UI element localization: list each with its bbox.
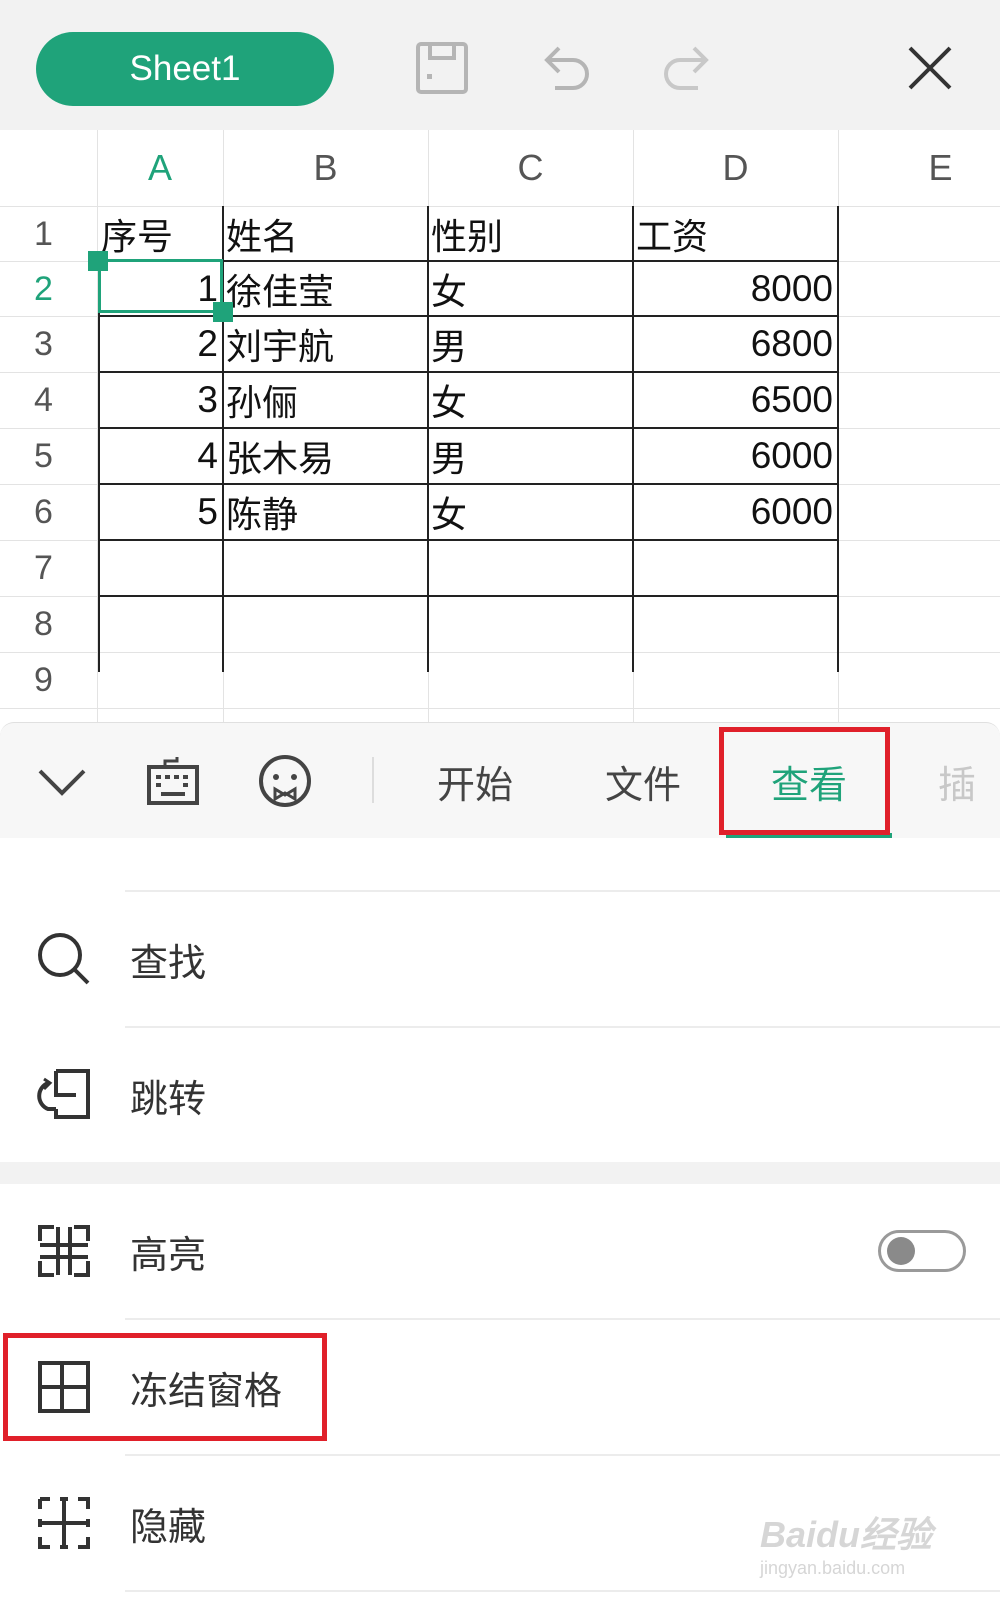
- view-menu-panel: 查找 跳转 高亮 冻结窗格 隐藏: [0, 838, 1000, 1618]
- menu-item-find[interactable]: 查找: [0, 892, 1000, 1026]
- cell-b3[interactable]: 刘宇航: [224, 316, 427, 372]
- cell-a6[interactable]: 5: [99, 484, 222, 540]
- menu-item-highlight[interactable]: 高亮: [0, 1184, 1000, 1318]
- menu-label-find: 查找: [130, 940, 207, 985]
- cell-a4[interactable]: 3: [99, 372, 222, 428]
- column-header-c[interactable]: C: [428, 130, 633, 206]
- spreadsheet-grid[interactable]: A B C D E 1 2 3 4 5 6 7 8 9 序号 姓名 性别 工资 …: [0, 130, 1000, 722]
- cell-c5[interactable]: 男: [429, 428, 632, 484]
- redo-icon[interactable]: [658, 38, 718, 98]
- tab-file[interactable]: 文件: [588, 751, 698, 811]
- cell-c1[interactable]: 性别: [429, 206, 632, 262]
- emoji-icon[interactable]: [255, 751, 315, 811]
- row-header-4[interactable]: 4: [0, 372, 95, 428]
- cell-d6[interactable]: 6000: [634, 484, 837, 540]
- cell-c3[interactable]: 男: [429, 316, 632, 372]
- menu-label-hide: 隐藏: [130, 1504, 207, 1549]
- menu-label-highlight: 高亮: [130, 1232, 207, 1277]
- cell-c6[interactable]: 女: [429, 484, 632, 540]
- watermark-url: jingyan.baidu.com: [760, 1558, 906, 1578]
- collapse-chevron-icon[interactable]: [32, 751, 92, 811]
- cell-a5[interactable]: 4: [99, 428, 222, 484]
- watermark: Baidu经验 jingyan.baidu.com: [760, 1506, 960, 1596]
- row-header-2[interactable]: 2: [0, 261, 95, 317]
- cell-d4[interactable]: 6500: [634, 372, 837, 428]
- column-header-a[interactable]: A: [97, 130, 223, 206]
- sheet-tab[interactable]: Sheet1: [36, 32, 334, 106]
- cell-b4[interactable]: 孙俪: [224, 372, 427, 428]
- bottom-toolbar: 开始 文件 查看 插: [0, 722, 1000, 839]
- selection-handle-bottom[interactable]: [213, 302, 233, 322]
- row-header-8[interactable]: 8: [0, 596, 95, 652]
- cell-d2[interactable]: 8000: [634, 261, 837, 317]
- highlight-box-view-tab: [719, 727, 890, 835]
- cell-b5[interactable]: 张木易: [224, 428, 427, 484]
- row-header-5[interactable]: 5: [0, 428, 95, 484]
- cell-d3[interactable]: 6800: [634, 316, 837, 372]
- toggle-knob: [887, 1237, 915, 1265]
- cell-d1[interactable]: 工资: [634, 206, 837, 262]
- row-header-6[interactable]: 6: [0, 484, 95, 540]
- title-bar: Sheet1: [0, 0, 1000, 130]
- cell-c4[interactable]: 女: [429, 372, 632, 428]
- row-header-3[interactable]: 3: [0, 316, 95, 372]
- hide-icon: [38, 1497, 90, 1549]
- section-divider: [0, 1162, 1000, 1184]
- search-icon: [38, 933, 90, 985]
- cell-c2[interactable]: 女: [429, 261, 632, 317]
- menu-item-goto[interactable]: 跳转: [0, 1028, 1000, 1162]
- selection-handle-top[interactable]: [88, 251, 108, 271]
- menu-label-goto: 跳转: [130, 1076, 207, 1121]
- cell-b2[interactable]: 徐佳莹: [224, 261, 427, 317]
- row-header-9[interactable]: 9: [0, 652, 95, 708]
- cell-a1[interactable]: 序号: [99, 206, 222, 262]
- cell-selection[interactable]: [98, 259, 223, 313]
- toolbar-divider: [372, 757, 374, 803]
- tab-start[interactable]: 开始: [420, 751, 530, 811]
- close-icon[interactable]: [900, 38, 960, 98]
- cell-d5[interactable]: 6000: [634, 428, 837, 484]
- goto-icon: [37, 1069, 90, 1119]
- row-header-7[interactable]: 7: [0, 540, 95, 596]
- undo-icon[interactable]: [535, 38, 595, 98]
- tab-insert[interactable]: 插: [938, 751, 1000, 811]
- row-header-1[interactable]: 1: [0, 206, 95, 262]
- cell-b6[interactable]: 陈静: [224, 484, 427, 540]
- column-header-d[interactable]: D: [633, 130, 838, 206]
- watermark-logo: Baidu经验: [760, 1514, 933, 1555]
- cell-b1[interactable]: 姓名: [224, 206, 427, 262]
- column-header-e[interactable]: E: [838, 130, 1000, 206]
- cell-a3[interactable]: 2: [99, 316, 222, 372]
- save-icon[interactable]: [412, 38, 472, 98]
- highlight-toggle[interactable]: [878, 1230, 966, 1272]
- highlight-box-freeze-panes: [3, 1333, 327, 1441]
- keyboard-icon[interactable]: [143, 751, 203, 811]
- column-header-b[interactable]: B: [223, 130, 428, 206]
- highlight-icon: [38, 1225, 90, 1277]
